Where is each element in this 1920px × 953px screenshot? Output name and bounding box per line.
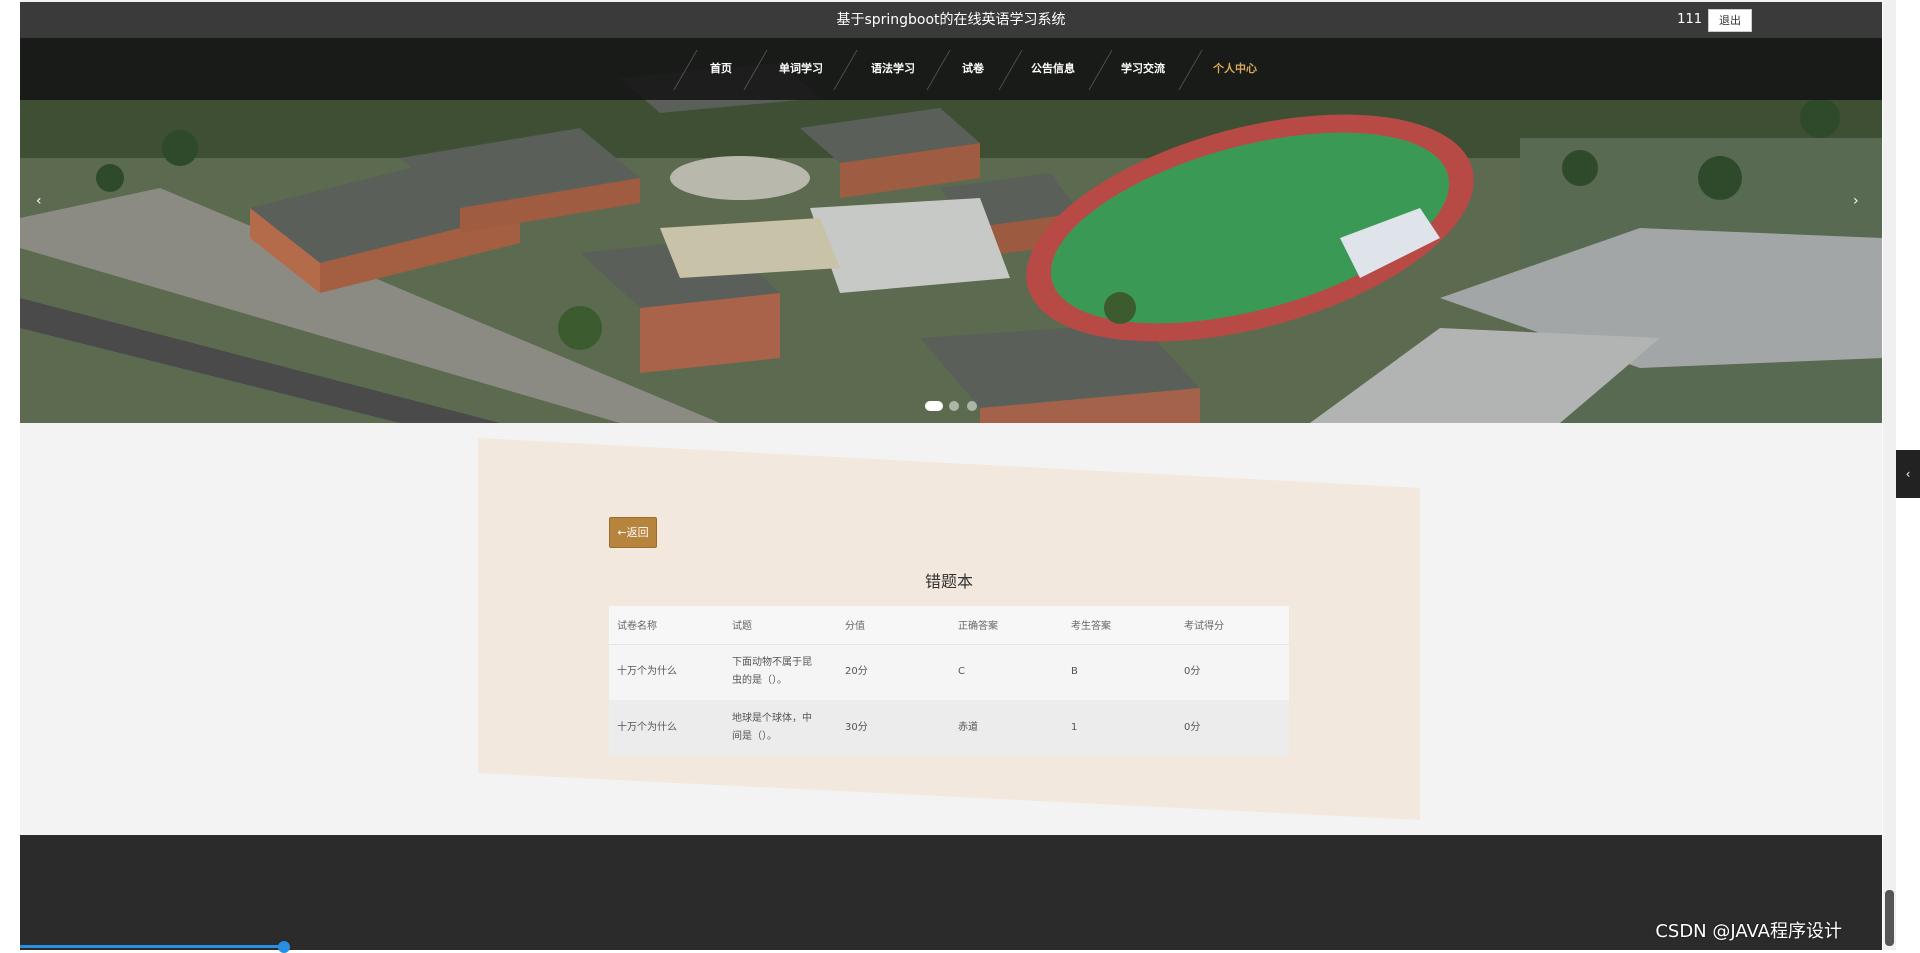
video-progress-bar[interactable] (20, 945, 282, 948)
cell-correct-answer: 赤道 (950, 700, 1063, 756)
cell-student-answer: B (1063, 644, 1176, 700)
nav-grammar[interactable]: 语法学习 (860, 38, 926, 100)
col-exam-score: 考试得分 (1176, 606, 1289, 645)
carousel-dot-1[interactable] (925, 401, 943, 411)
col-score-value: 分值 (837, 606, 950, 645)
col-correct-answer: 正确答案 (950, 606, 1063, 645)
col-paper-name: 试卷名称 (609, 606, 724, 645)
cell-question: 地球是个球体，中间是（）。 (724, 700, 837, 756)
nav-exam-papers[interactable]: 试卷 (950, 38, 996, 100)
cell-paper-name: 十万个为什么 (609, 700, 724, 756)
video-progress-knob[interactable] (278, 941, 290, 953)
cell-score-value: 20分 (837, 644, 950, 700)
logout-button[interactable]: 退出 (1708, 9, 1752, 32)
cell-paper-name: 十万个为什么 (609, 644, 724, 700)
page-scrollbar[interactable] (1883, 0, 1896, 950)
main-nav: 首页 单词学习 语法学习 试卷 公告信息 学习交流 个人中心 (20, 38, 1882, 100)
page: 基于springboot的在线英语学习系统 111 退出 首页 单词学习 语法学… (20, 0, 1882, 953)
top-bar: 基于springboot的在线英语学习系统 111 退出 (20, 2, 1882, 38)
nav-personal-center[interactable]: 个人中心 (1202, 38, 1268, 100)
hero-carousel: 首页 单词学习 语法学习 试卷 公告信息 学习交流 个人中心 ‹ › (20, 38, 1882, 423)
carousel-dot-2[interactable] (949, 401, 959, 411)
carousel-prev-icon[interactable]: ‹ (36, 193, 42, 209)
error-book-table: 试卷名称 试题 分值 正确答案 考生答案 考试得分 十万个为什么 下面动物不属于… (609, 606, 1289, 756)
carousel-dot-3[interactable] (967, 401, 977, 411)
side-panel-toggle-icon[interactable]: ‹ (1896, 450, 1920, 498)
table-row: 十万个为什么 地球是个球体，中间是（）。 30分 赤道 1 0分 (609, 700, 1289, 756)
footer (20, 835, 1882, 950)
table-header-row: 试卷名称 试题 分值 正确答案 考生答案 考试得分 (609, 606, 1289, 645)
section-title: 错题本 (924, 572, 973, 591)
col-student-answer: 考生答案 (1063, 606, 1176, 645)
carousel-next-icon[interactable]: › (1853, 193, 1859, 209)
cell-correct-answer: C (950, 644, 1063, 700)
col-question: 试题 (724, 606, 837, 645)
cell-student-answer: 1 (1063, 700, 1176, 756)
watermark: CSDN @JAVA程序设计 (1655, 921, 1842, 942)
cell-exam-score: 0分 (1176, 700, 1289, 756)
back-button[interactable]: ←返回 (609, 517, 657, 548)
username: 111 (1677, 12, 1702, 27)
table-row: 十万个为什么 下面动物不属于昆虫的是（）。 20分 C B 0分 (609, 644, 1289, 700)
scrollbar-thumb[interactable] (1885, 890, 1894, 946)
cell-score-value: 30分 (837, 700, 950, 756)
site-title: 基于springboot的在线英语学习系统 (836, 12, 1066, 28)
nav-study-exchange[interactable]: 学习交流 (1110, 38, 1176, 100)
nav-home[interactable]: 首页 (696, 38, 746, 100)
cell-question: 下面动物不属于昆虫的是（）。 (724, 644, 837, 700)
nav-vocabulary[interactable]: 单词学习 (768, 38, 834, 100)
cell-exam-score: 0分 (1176, 644, 1289, 700)
nav-announcements[interactable]: 公告信息 (1020, 38, 1086, 100)
